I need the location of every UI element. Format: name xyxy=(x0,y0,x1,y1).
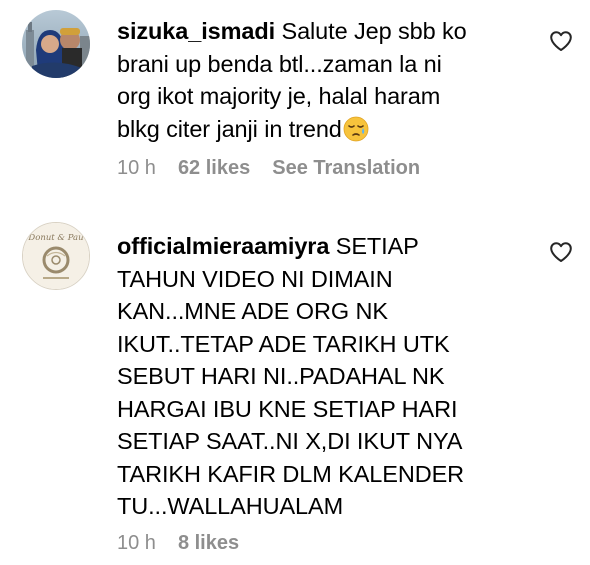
profile-photo-avatar-icon xyxy=(22,10,90,78)
comment-text-line: blkg citer janji in trend xyxy=(117,115,342,142)
comment-text-line: HARGAI IBU KNE SETIAP HARI xyxy=(117,395,458,422)
donut-shop-logo-avatar-icon: Donut & Pau xyxy=(23,223,89,289)
sleepy-face-emoji-icon xyxy=(343,116,369,142)
heart-outline-icon xyxy=(550,31,572,51)
comment-text-line: KAN...MNE ADE ORG NK xyxy=(117,298,388,324)
comment-text-line: SETIAP xyxy=(335,233,419,259)
comment-text-line: org ikot majority je, halal haram xyxy=(117,83,441,109)
like-button[interactable] xyxy=(549,30,573,52)
comment-timestamp: 10 h xyxy=(117,157,156,179)
heart-outline-icon xyxy=(550,242,572,262)
comment-body: officialmieraamiyra SETIAP TAHUN VIDEO N… xyxy=(117,230,537,523)
comment-text-line: Salute Jep sbb ko xyxy=(281,18,467,44)
see-translation-link[interactable]: See Translation xyxy=(272,157,420,180)
like-button[interactable] xyxy=(549,241,573,263)
comment-text-line: SEBUT HARI NI..PADAHAL NK xyxy=(117,363,445,389)
comment-text-line: TARIKH KAFIR DLM KALENDER xyxy=(117,460,465,487)
comment-text-line: SETIAP SAAT..NI X,DI IKUT NYA xyxy=(117,428,463,454)
comment-username[interactable]: officialmieraamiyra xyxy=(117,233,329,259)
likes-count-link[interactable]: 62 likes xyxy=(178,157,250,180)
comment-text-line: IKUT..TETAP ADE TARIKH UTK xyxy=(117,330,450,357)
comment-text-line: TU...WALLAHUALAM xyxy=(117,493,344,519)
comment-body: sizuka_ismadi Salute Jep sbb ko brani up… xyxy=(117,15,537,145)
logo-text: Donut & Pau xyxy=(27,233,83,243)
comment-meta: 10 h 62 likes See Translation xyxy=(117,157,420,180)
comment-meta: 10 h 8 likes xyxy=(117,532,239,555)
comment-text-line: TAHUN VIDEO NI DIMAIN xyxy=(117,265,393,292)
comment-username[interactable]: sizuka_ismadi xyxy=(117,18,275,44)
avatar[interactable]: Donut & Pau xyxy=(22,222,90,290)
avatar[interactable] xyxy=(22,10,90,78)
likes-count-link[interactable]: 8 likes xyxy=(178,532,239,555)
comment-text-line: brani up benda btl...zaman la ni xyxy=(117,50,442,77)
comment-timestamp: 10 h xyxy=(117,532,156,554)
